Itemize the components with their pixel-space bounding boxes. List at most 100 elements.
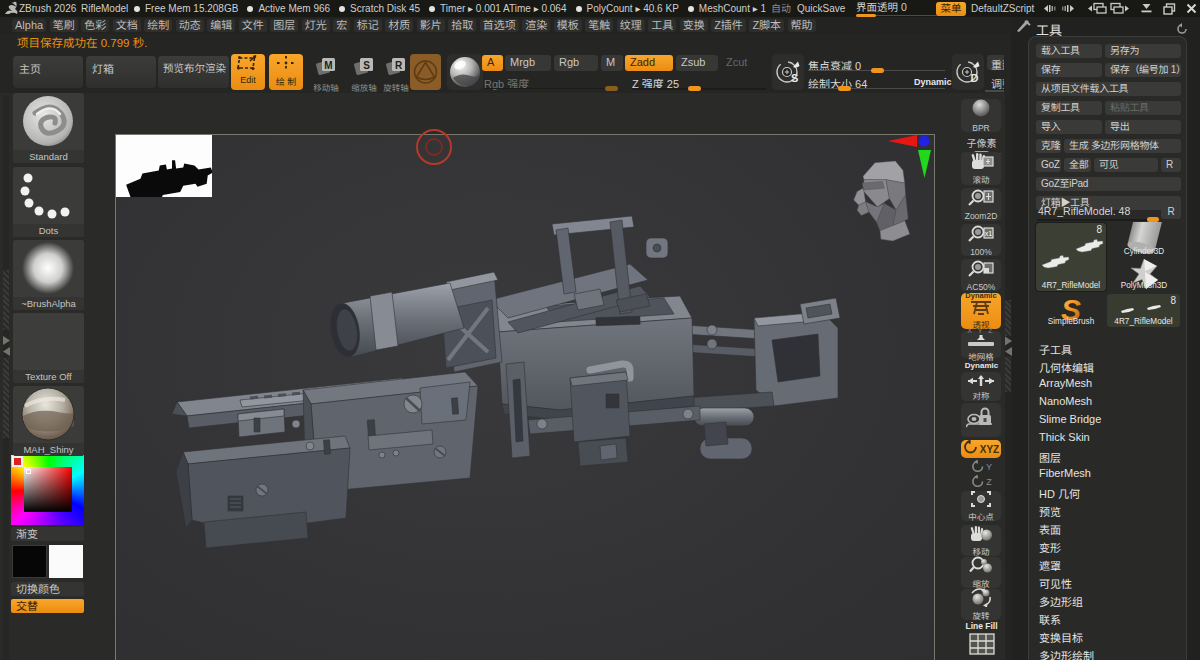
shelf---button[interactable]: 旋转: [961, 589, 1001, 620]
tool-action-button[interactable]: 全部: [1064, 158, 1091, 172]
shelf---button[interactable]: 滚动: [961, 152, 1001, 185]
shelf-z-button[interactable]: Z: [958, 475, 1005, 489]
tool-action-button[interactable]: GoZ: [1036, 158, 1061, 172]
menu-item-3[interactable]: 文档: [113, 19, 141, 32]
tool-action-button[interactable]: R: [1161, 158, 1181, 172]
menu-item-13[interactable]: 影片: [417, 19, 445, 32]
menu-item-8[interactable]: 图层: [270, 19, 298, 32]
paint-mode-m[interactable]: M: [601, 55, 623, 71]
left-tray-item-alpha-soft[interactable]: ~BrushAlpha: [13, 240, 84, 310]
sculpt-mode-zadd[interactable]: Zadd: [625, 55, 673, 71]
main-color-swatch[interactable]: [12, 545, 47, 578]
enlarge-ui-icon[interactable]: [1060, 1, 1080, 16]
active-tool-slider-label[interactable]: 4R7_RifleModel. 48: [1038, 205, 1130, 217]
tool-thumbnail-rifle-large[interactable]: 84R7_RifleModel: [1036, 223, 1106, 291]
tool-thumbnail-simple-brush[interactable]: SSimpleBrush: [1036, 293, 1106, 327]
rgb-intensity-handle[interactable]: [605, 86, 618, 91]
right-tray-divider[interactable]: [1005, 95, 1011, 660]
gradient-button[interactable]: 渐变: [11, 527, 84, 541]
left-tray-item-texture-off[interactable]: Texture Off: [13, 313, 84, 383]
menu-item-16[interactable]: 渲染: [522, 19, 550, 32]
tool-thumbnail-cylinder[interactable]: Cylinder3D: [1108, 222, 1180, 257]
tool-section-11[interactable]: 变形: [1039, 539, 1061, 555]
active-tool-slider-track[interactable]: [1037, 219, 1159, 221]
edit-button[interactable]: Edit: [231, 54, 265, 90]
menu-item-20[interactable]: 工具: [648, 19, 676, 32]
z-intensity-handle[interactable]: [688, 86, 701, 91]
tool-section-12[interactable]: 遮罩: [1039, 557, 1061, 573]
tool-section-14[interactable]: 多边形组: [1039, 593, 1083, 609]
menu-item-1[interactable]: 笔刷: [50, 19, 78, 32]
restore-window-icon[interactable]: [1160, 1, 1178, 16]
sculpt-mode-zsub[interactable]: Zsub: [676, 55, 718, 71]
menu-item-12[interactable]: 材质: [385, 19, 413, 32]
close-icon[interactable]: [1183, 1, 1199, 16]
tool-slider-r-button[interactable]: R: [1161, 205, 1181, 219]
shelf---button[interactable]: Dynamic透视: [961, 293, 1001, 329]
tool-section-1[interactable]: 几何体编辑: [1039, 359, 1094, 375]
lightbox-button[interactable]: 灯箱: [86, 56, 156, 88]
tool-action-button[interactable]: 复制工具: [1036, 101, 1102, 115]
tool-section-9[interactable]: 预览: [1039, 503, 1061, 519]
tool-action-button[interactable]: 载入工具: [1036, 44, 1102, 58]
shelf-y-button[interactable]: Y: [958, 460, 1005, 474]
menu-item-5[interactable]: 动态: [176, 19, 204, 32]
tool-action-button[interactable]: 从项目文件载入工具: [1036, 82, 1181, 96]
shelf---button[interactable]: 中心点: [961, 491, 1001, 521]
menu-item-10[interactable]: 宏: [333, 19, 350, 32]
camview-gizmo[interactable]: [842, 130, 942, 242]
shrink-ui-icon[interactable]: [1038, 1, 1058, 16]
tool-section-5[interactable]: Thick Skin: [1039, 431, 1090, 443]
tool-thumbnail-rifle-small[interactable]: 84R7_RifleModel: [1107, 294, 1180, 327]
tool-action-button[interactable]: 导出: [1105, 120, 1181, 134]
focal-shift-handle[interactable]: [871, 68, 884, 73]
rgb-intensity-track[interactable]: [484, 88, 618, 90]
dynamic-mode-label[interactable]: Dynamic: [914, 77, 952, 87]
shelf-bpr-button[interactable]: BPR: [961, 99, 1001, 132]
menu-item-23[interactable]: Z脚本: [749, 19, 784, 32]
alternate-button[interactable]: 交替: [11, 599, 84, 613]
tool-action-button[interactable]: 粘贴工具: [1105, 101, 1181, 115]
home-button[interactable]: 主页: [13, 56, 83, 88]
gizmo-m-button[interactable]: M移动轴: [311, 56, 341, 88]
tool-section-6[interactable]: 图层: [1039, 449, 1061, 465]
left-tray-item-stroke-dots[interactable]: Dots: [13, 167, 84, 237]
draw-button[interactable]: 绘 制: [269, 54, 303, 90]
tool-section-10[interactable]: 表面: [1039, 521, 1061, 537]
menu-item-4[interactable]: 绘制: [144, 19, 172, 32]
tool-action-button[interactable]: 保存（编号加 1）: [1105, 63, 1181, 77]
shelf-camera-lock-button[interactable]: [961, 403, 1001, 437]
tool-action-button[interactable]: 可见: [1094, 158, 1158, 172]
tool-action-button[interactable]: 导入: [1036, 120, 1102, 134]
dynamic-brush-button[interactable]: D: [952, 54, 984, 90]
document-viewport[interactable]: [115, 134, 935, 660]
menu-item-19[interactable]: 纹理: [617, 19, 645, 32]
tool-section-2[interactable]: ArrayMesh: [1039, 377, 1092, 389]
tool-section-3[interactable]: NanoMesh: [1039, 395, 1092, 407]
left-tray-divider[interactable]: [3, 95, 9, 660]
tool-section-0[interactable]: 子工具: [1039, 341, 1072, 357]
menu-item-7[interactable]: 文件: [239, 19, 267, 32]
tool-action-button[interactable]: 生成 多边形网格物体: [1064, 139, 1181, 153]
rifle-model[interactable]: [165, 215, 855, 565]
tool-section-13[interactable]: 可见性: [1039, 575, 1072, 591]
shelf---button[interactable]: 对称: [961, 372, 1001, 401]
tool-section-8[interactable]: HD 几何: [1039, 485, 1080, 501]
shelf-ac50--button[interactable]: AC50%: [961, 259, 1001, 291]
prev-ui-layout-icon[interactable]: [1086, 1, 1107, 16]
menu-item-0[interactable]: Alpha: [12, 19, 46, 32]
menu-item-21[interactable]: 变换: [680, 19, 708, 32]
menu-item-11[interactable]: 标记: [354, 19, 382, 32]
paint-mode-rgb[interactable]: Rgb: [554, 55, 598, 71]
shelf---button[interactable]: 移动: [961, 525, 1001, 556]
gizmo-s-button[interactable]: S缩放轴: [349, 56, 379, 88]
quicksave-button[interactable]: QuickSave: [797, 3, 845, 15]
shelf-line-fill-button[interactable]: Line Fill: [958, 621, 1005, 659]
preview-boolean-button[interactable]: 预览布尔渲染: [158, 56, 229, 88]
clipped-reconstruct-button[interactable]: 重建: [987, 55, 1004, 70]
color-cursor[interactable]: [26, 469, 31, 474]
current-color-swatch[interactable]: [12, 456, 23, 467]
paint-mode-a[interactable]: A: [482, 55, 503, 71]
menu-item-18[interactable]: 笔触: [585, 19, 613, 32]
tool-section-4[interactable]: Slime Bridge: [1039, 413, 1101, 425]
